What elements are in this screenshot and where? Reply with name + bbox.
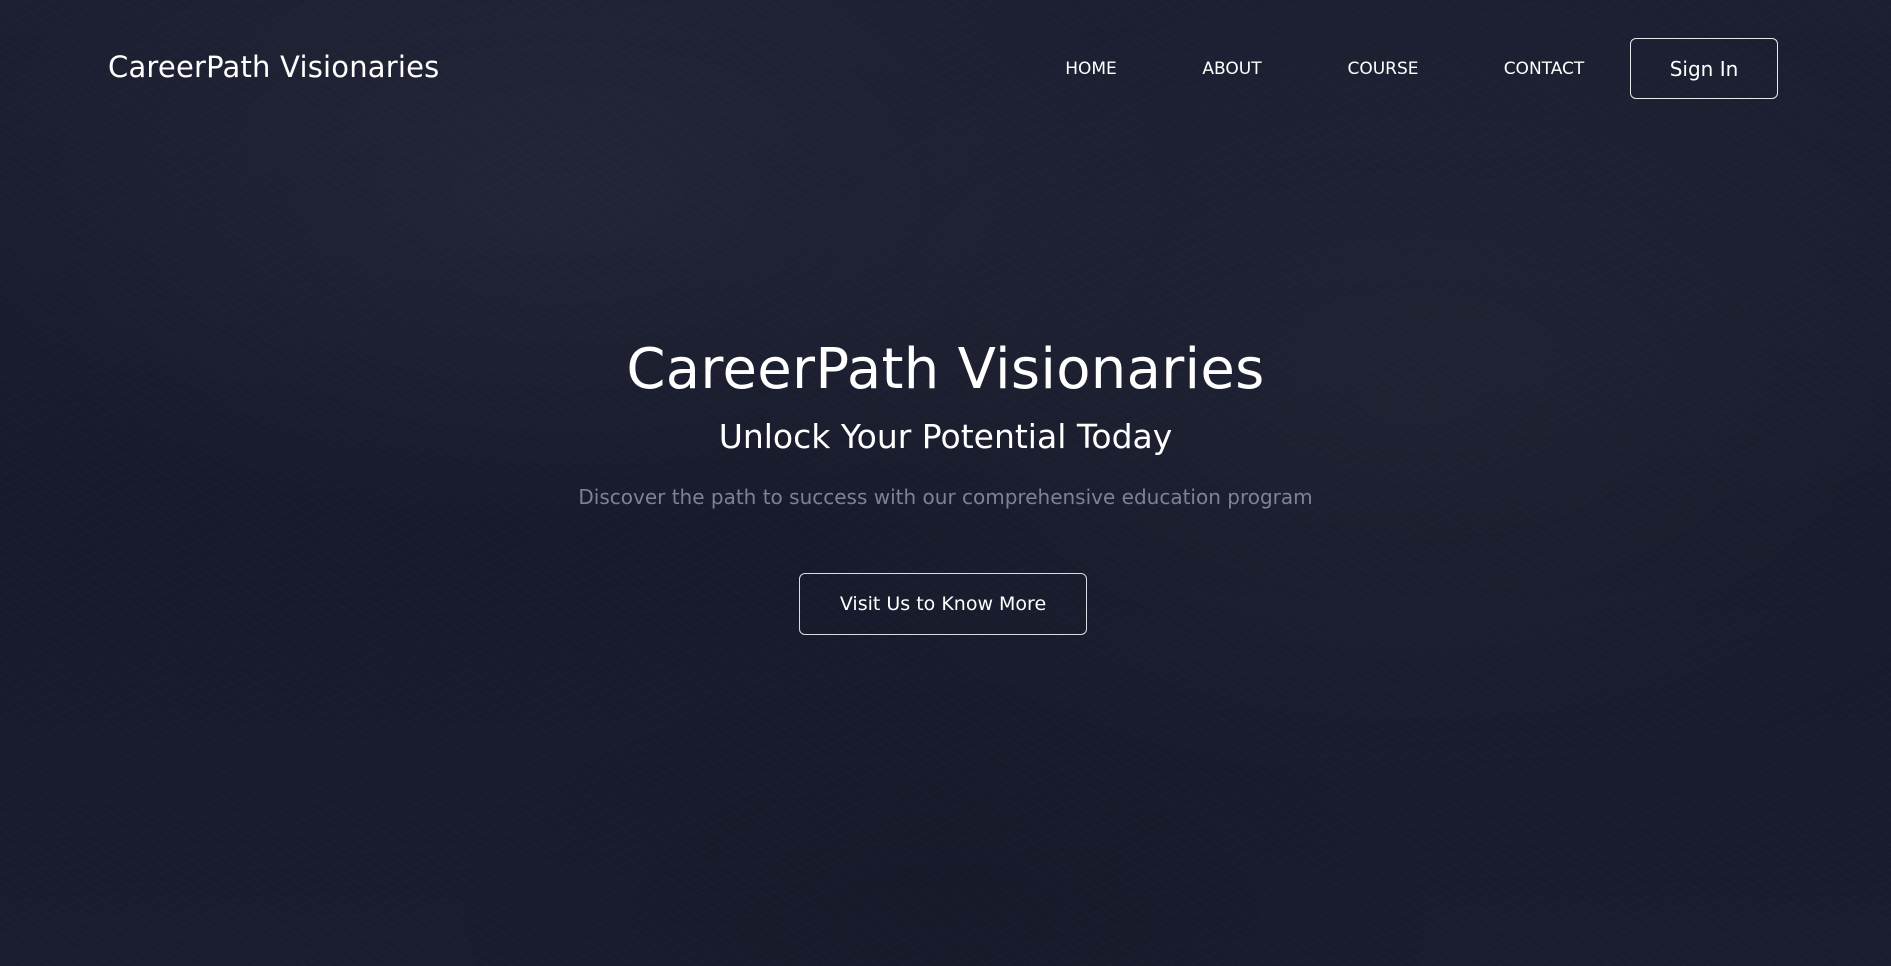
visit-us-button[interactable]: Visit Us to Know More	[799, 573, 1087, 635]
nav-course-link[interactable]: COURSE	[1347, 56, 1418, 82]
sign-in-button[interactable]: Sign In	[1630, 38, 1778, 99]
brand-logo-text[interactable]: CareerPath Visionaries	[108, 50, 440, 85]
hero-title: CareerPath Visionaries	[626, 337, 1265, 402]
nav-about-link[interactable]: ABOUT	[1202, 56, 1261, 82]
site-header: CareerPath Visionaries HOME ABOUT COURSE…	[0, 0, 1891, 138]
hero-description: Discover the path to success with our co…	[578, 485, 1313, 509]
hero-section: CareerPath Visionaries Unlock Your Poten…	[0, 0, 1891, 966]
nav-home-link[interactable]: HOME	[1065, 56, 1117, 82]
nav-contact-link[interactable]: CONTACT	[1504, 56, 1585, 82]
hero-subtitle: Unlock Your Potential Today	[718, 417, 1173, 456]
